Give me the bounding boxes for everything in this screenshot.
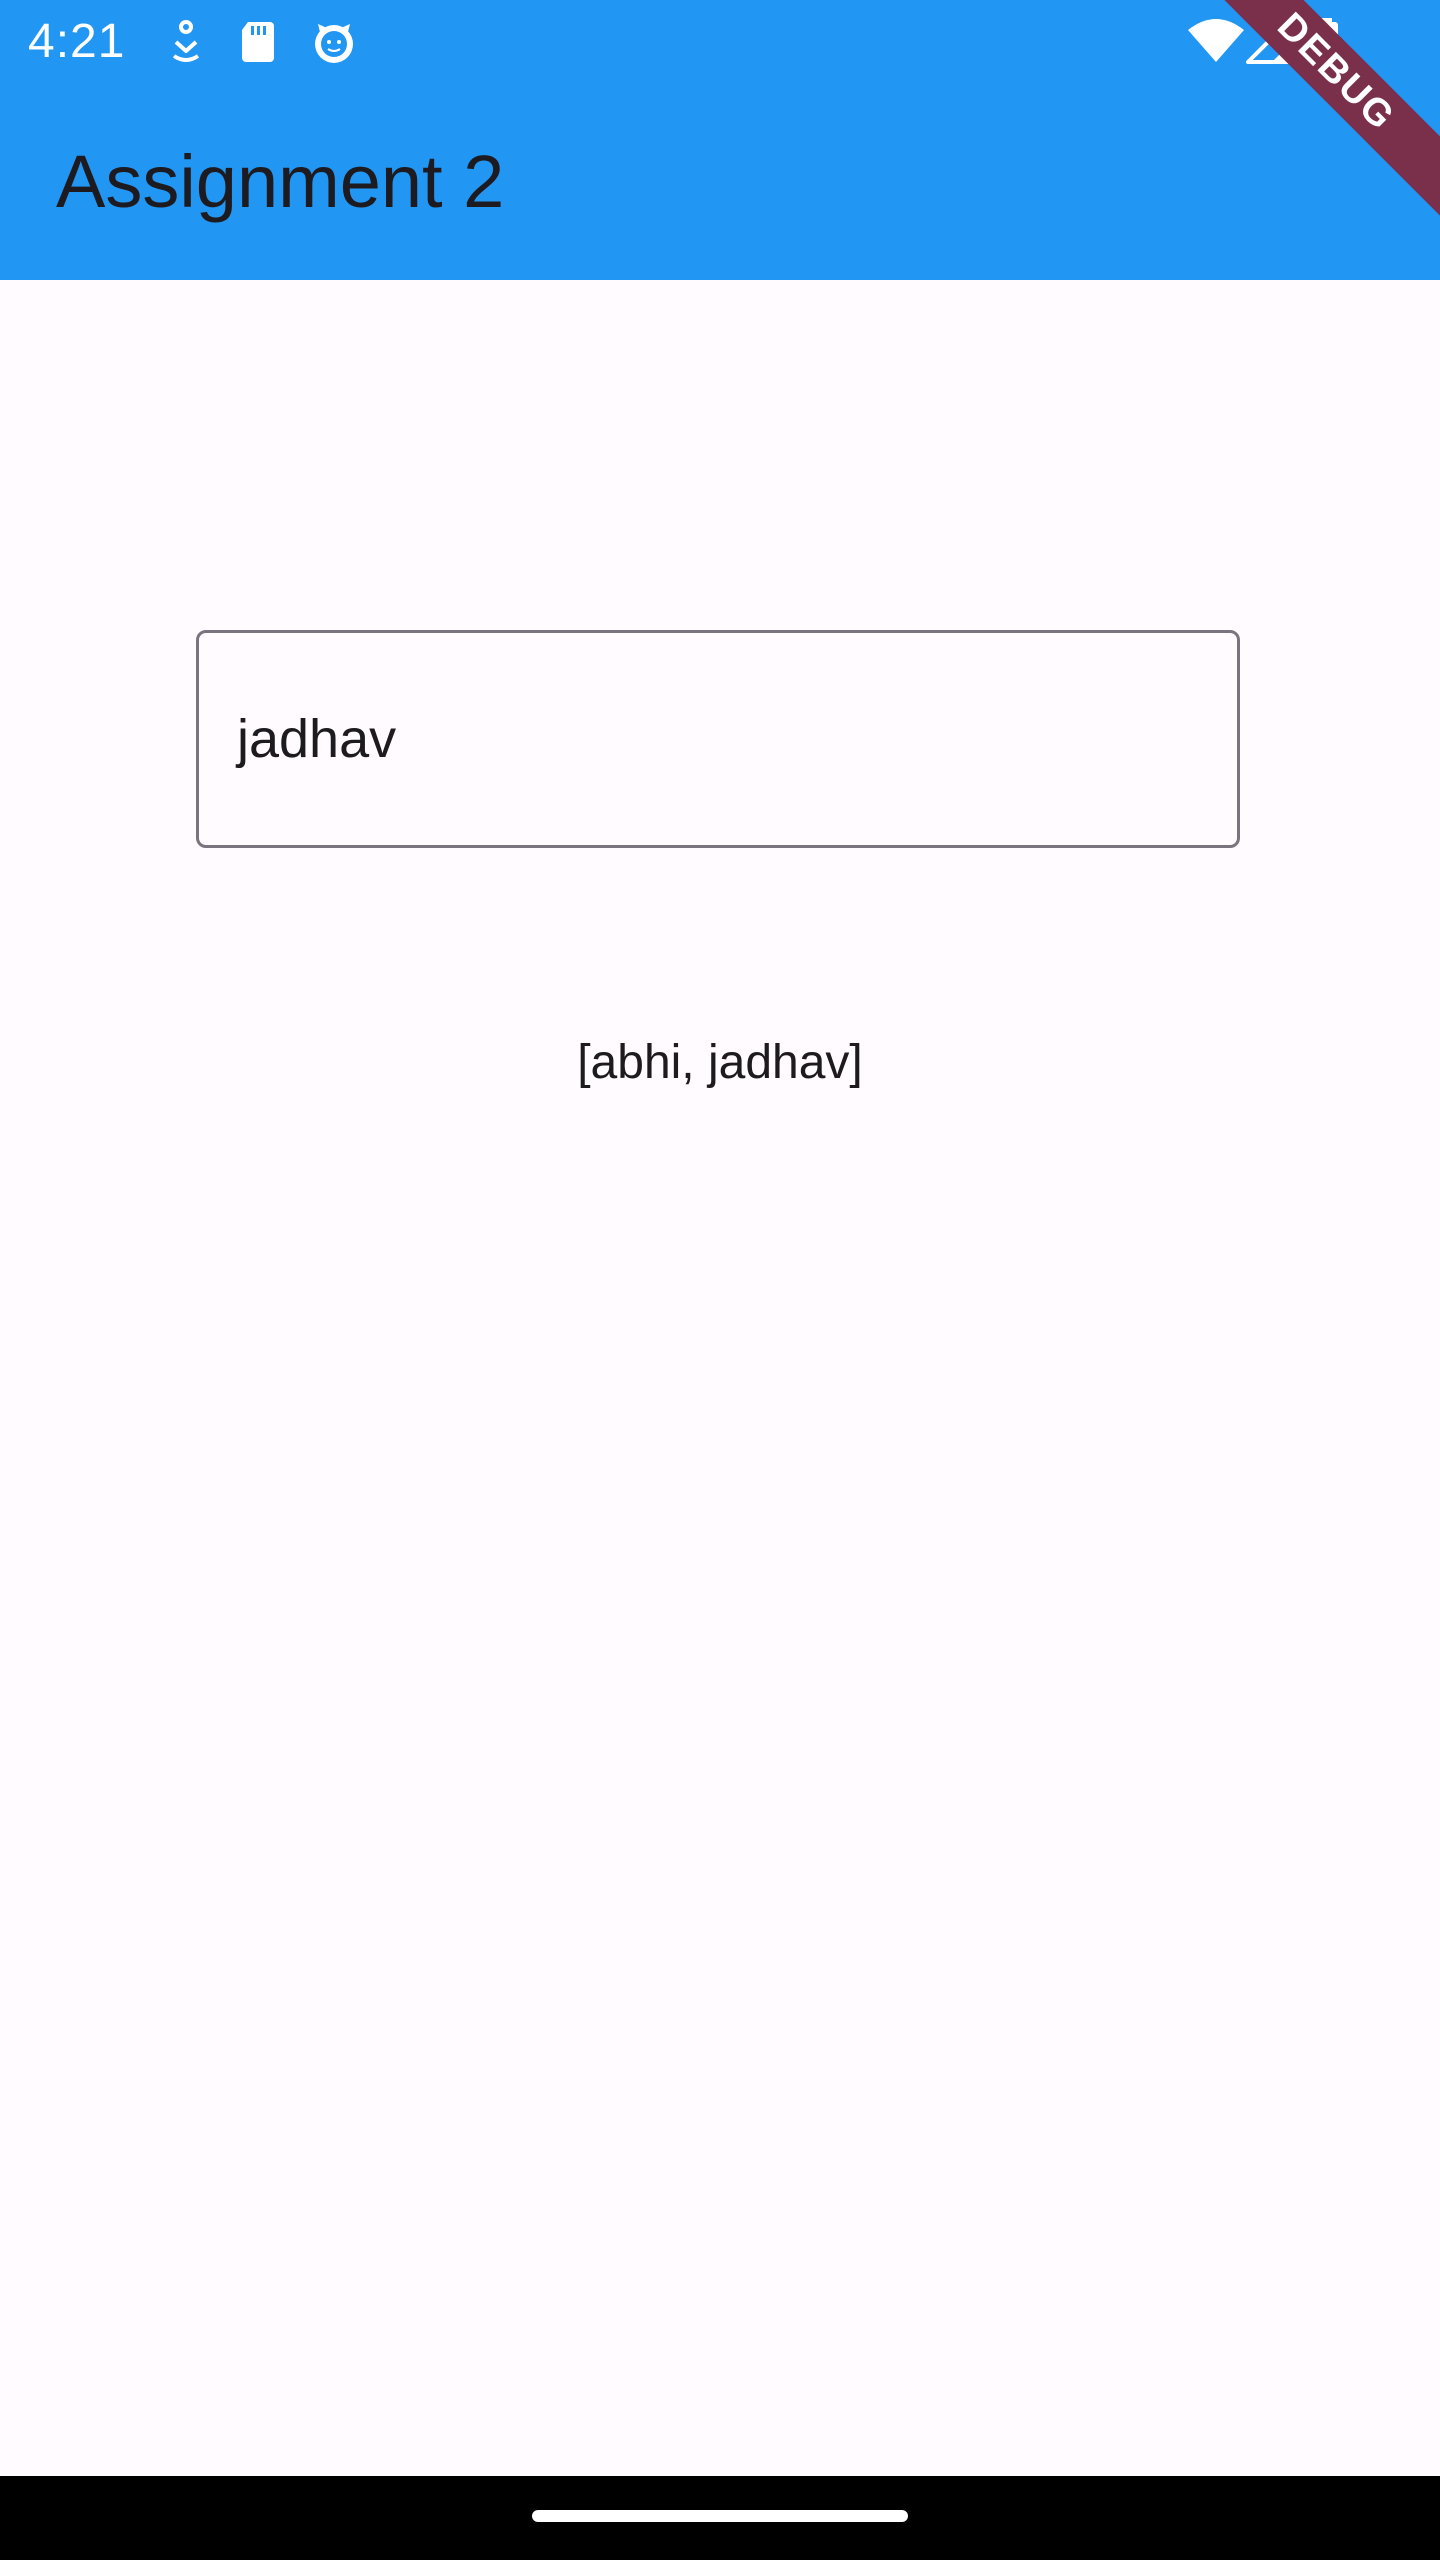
accessibility-icon	[160, 16, 212, 68]
home-gesture-handle[interactable]	[532, 2510, 908, 2522]
app-screen: 4:21 Assignment 2 DEBUG jadhav [abhi, ja…	[0, 0, 1440, 2560]
app-bar: Assignment 2	[0, 84, 1440, 280]
page-title: Assignment 2	[56, 140, 505, 223]
face-icon	[308, 16, 360, 68]
name-input[interactable]: jadhav	[196, 630, 1240, 848]
system-nav-bar	[0, 2476, 1440, 2560]
name-input-value[interactable]: jadhav	[237, 703, 396, 775]
names-list-text: [abhi, jadhav]	[577, 1036, 863, 1089]
status-bar: 4:21	[0, 0, 1440, 84]
status-time: 4:21	[28, 15, 126, 68]
wifi-icon	[1186, 16, 1246, 68]
sd-card-icon	[232, 16, 284, 68]
